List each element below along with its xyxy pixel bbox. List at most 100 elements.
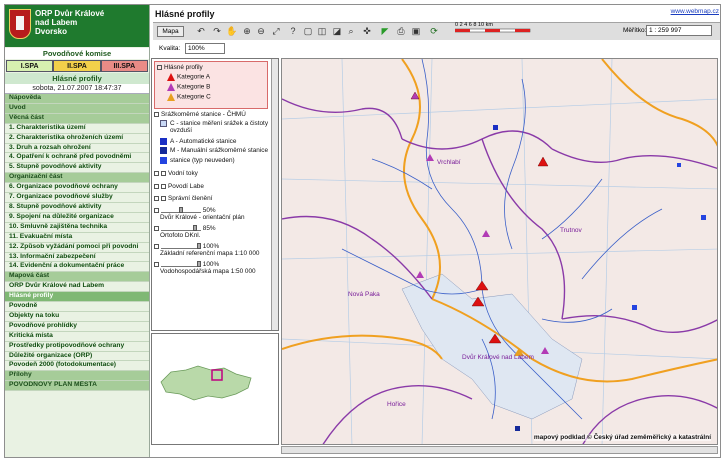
- info-icon[interactable]: ?: [287, 25, 299, 37]
- nav-item[interactable]: 10. Smluvně zajištěna technika: [5, 223, 149, 233]
- left-navigation: ORP Dvůr Králové nad Labem Dvorsko Povod…: [5, 5, 150, 457]
- kvalita-row: Kvalita: 100%: [151, 42, 281, 56]
- orto-checkbox[interactable]: [154, 225, 159, 231]
- nav-item[interactable]: ORP Dvůr Králové nad Labem: [5, 282, 149, 293]
- hlasne-label: Hlásné profily: [164, 64, 203, 71]
- nav-item[interactable]: POVODŇOVÝ PLÁN MĚSTA: [5, 381, 149, 392]
- nav-item[interactable]: Kritická místa: [5, 332, 149, 342]
- vodoh-checkbox[interactable]: [154, 261, 159, 267]
- nav-item[interactable]: Úvod: [5, 103, 149, 114]
- map-layer: [282, 59, 717, 444]
- orient-slider[interactable]: [161, 207, 201, 214]
- nav-item[interactable]: Nápověda: [5, 94, 149, 104]
- nav-item[interactable]: Povodeň 2000 (fotodokumentace): [5, 361, 149, 372]
- nav-item[interactable]: Povodňové prohlídky: [5, 322, 149, 332]
- map-copyright: mapový podklad © Český úřad zeměměřický …: [533, 434, 711, 441]
- spa-1-button[interactable]: I.SPA: [6, 60, 54, 72]
- measure-icon[interactable]: ✜: [361, 25, 373, 37]
- nav-item[interactable]: 7. Organizace povodňové služby: [5, 193, 149, 203]
- hlasne-checkbox[interactable]: [157, 64, 162, 70]
- nav-item[interactable]: 12. Způsob vyžádání pomoci při povodni: [5, 243, 149, 253]
- pan-hand-icon[interactable]: ✋: [226, 25, 238, 37]
- back-icon[interactable]: ↶: [195, 25, 207, 37]
- spravni-checkbox[interactable]: [161, 196, 166, 202]
- vodni-checkbox[interactable]: [161, 171, 166, 177]
- nav-item[interactable]: 1. Charakteristika území: [5, 124, 149, 134]
- station-label: stanice (typ neuveden): [170, 156, 235, 164]
- sraz-checkbox[interactable]: [154, 111, 159, 117]
- zakl-slider[interactable]: [161, 243, 201, 250]
- vodoh-slider[interactable]: [161, 261, 201, 268]
- zoom-full-icon[interactable]: ⤢: [270, 25, 282, 37]
- a-station-label: A - Automatické stanice: [170, 137, 237, 145]
- layers-panel: Hlásné profily Kategorie A Kategorie B K…: [151, 58, 279, 331]
- overview-map[interactable]: [151, 333, 279, 445]
- povodi-expand[interactable]: [154, 183, 159, 189]
- kat-c-label: Kategorie C: [177, 93, 211, 101]
- forward-icon[interactable]: ↷: [211, 25, 223, 37]
- komise-link[interactable]: Povodňové komise: [5, 48, 149, 59]
- nav-item[interactable]: 11. Evakuační místa: [5, 233, 149, 243]
- kvalita-select[interactable]: 100%: [185, 43, 225, 54]
- app-window: ORP Dvůr Králové nad Labem Dvorsko Povod…: [4, 4, 721, 458]
- header-line1: ORP Dvůr Králové: [35, 9, 105, 18]
- hlasne-profily-legend: Hlásné profily Kategorie A Kategorie B K…: [154, 61, 268, 109]
- vodoh-pct: 100%: [202, 260, 220, 268]
- nav-item[interactable]: 4. Opatření k ochraně před povodněmi: [5, 153, 149, 164]
- nav-item[interactable]: Důležité organizace (ORP): [5, 352, 149, 362]
- category-c-icon: [167, 92, 175, 101]
- nav-item[interactable]: Hlásné profily: [5, 292, 149, 303]
- nav-item[interactable]: Objekty na toku: [5, 312, 149, 322]
- map-toolbar: Mapa ↶ ↷ ✋ ⊕ ⊖ ⤢ ? ▢ ◫ ◪ ⌕ ✜ ◤ ⎙ ▣ ⟳ 0 2…: [153, 22, 720, 40]
- zoom-in-icon[interactable]: ⊕: [241, 25, 253, 37]
- nav-item[interactable]: 14. Evidenční a dokumentační práce: [5, 262, 149, 273]
- spravni-expand[interactable]: [154, 196, 159, 202]
- vodni-label: Vodní toky: [168, 170, 198, 178]
- map-button[interactable]: Mapa: [157, 26, 184, 37]
- nav-item[interactable]: 13. Informační zabezpečení: [5, 253, 149, 263]
- spa-2-button[interactable]: II.SPA: [53, 60, 101, 72]
- nav-list: Nápověda Úvod Věcná část 1. Charakteristika…: [5, 94, 149, 392]
- nav-item[interactable]: 2. Charakteristika ohroženích území: [5, 134, 149, 144]
- query-icon[interactable]: ◫: [316, 25, 328, 37]
- vodni-expand[interactable]: [154, 171, 159, 177]
- nav-item[interactable]: Povodně: [5, 302, 149, 312]
- zakl-checkbox[interactable]: [154, 243, 159, 249]
- flag-icon[interactable]: ◤: [379, 25, 391, 37]
- nav-item[interactable]: 8. Stupně povodňové aktivity: [5, 203, 149, 213]
- zoom-out-icon[interactable]: ⊖: [255, 25, 267, 37]
- print-icon[interactable]: ⎙: [395, 25, 407, 37]
- nav-item[interactable]: 6. Organizace povodňové ochrany: [5, 183, 149, 194]
- map-scrollbar[interactable]: [281, 446, 718, 454]
- orient-checkbox[interactable]: [154, 207, 159, 213]
- label-dvur-kralove: Dvůr Králové nad Labem: [462, 354, 534, 361]
- category-a-icon: [167, 72, 175, 81]
- nav-item[interactable]: Mapová část: [5, 272, 149, 283]
- povodi-checkbox[interactable]: [161, 183, 166, 189]
- meritko-select[interactable]: 1 : 259 997: [646, 25, 712, 36]
- webmap-link[interactable]: www.webmap.cz: [671, 8, 719, 15]
- layers-scrollbar[interactable]: [271, 59, 278, 330]
- nav-item[interactable]: Organizační část: [5, 173, 149, 184]
- orto-slider[interactable]: [161, 225, 201, 232]
- nav-item[interactable]: Věcná část: [5, 113, 149, 124]
- save-icon[interactable]: ▣: [410, 25, 422, 37]
- nav-item[interactable]: Přílohy: [5, 371, 149, 382]
- category-b-icon: [167, 82, 175, 91]
- spa-3-button[interactable]: III.SPA: [100, 60, 148, 72]
- spravni-label: Správní členění: [168, 195, 213, 203]
- map-canvas[interactable]: Vrchlabí Trutnov Nová Paka Dvůr Králové …: [281, 58, 718, 445]
- meritko-label: Měřítko:: [623, 27, 647, 34]
- refresh-icon[interactable]: ⟳: [428, 25, 440, 37]
- orto-pct: 85%: [202, 224, 216, 232]
- m-station-label: M - Manuální srážkoměrné stanice: [170, 147, 269, 155]
- select-icon[interactable]: ▢: [302, 25, 314, 37]
- nav-item[interactable]: Prostředky protipovodňové ochrany: [5, 342, 149, 352]
- nav-item[interactable]: 5. Stupně povodňové aktivity: [5, 163, 149, 174]
- datetime: sobota, 21.07.2007 18:47:37: [5, 84, 149, 94]
- nav-item[interactable]: 3. Druh a rozsah ohrožení: [5, 144, 149, 154]
- search-binoculars-icon[interactable]: ⌕: [345, 25, 357, 37]
- nav-item[interactable]: 9. Spojení na důležité organizace: [5, 213, 149, 223]
- coat-of-arms-icon: [9, 9, 31, 39]
- buffer-icon[interactable]: ◪: [331, 25, 343, 37]
